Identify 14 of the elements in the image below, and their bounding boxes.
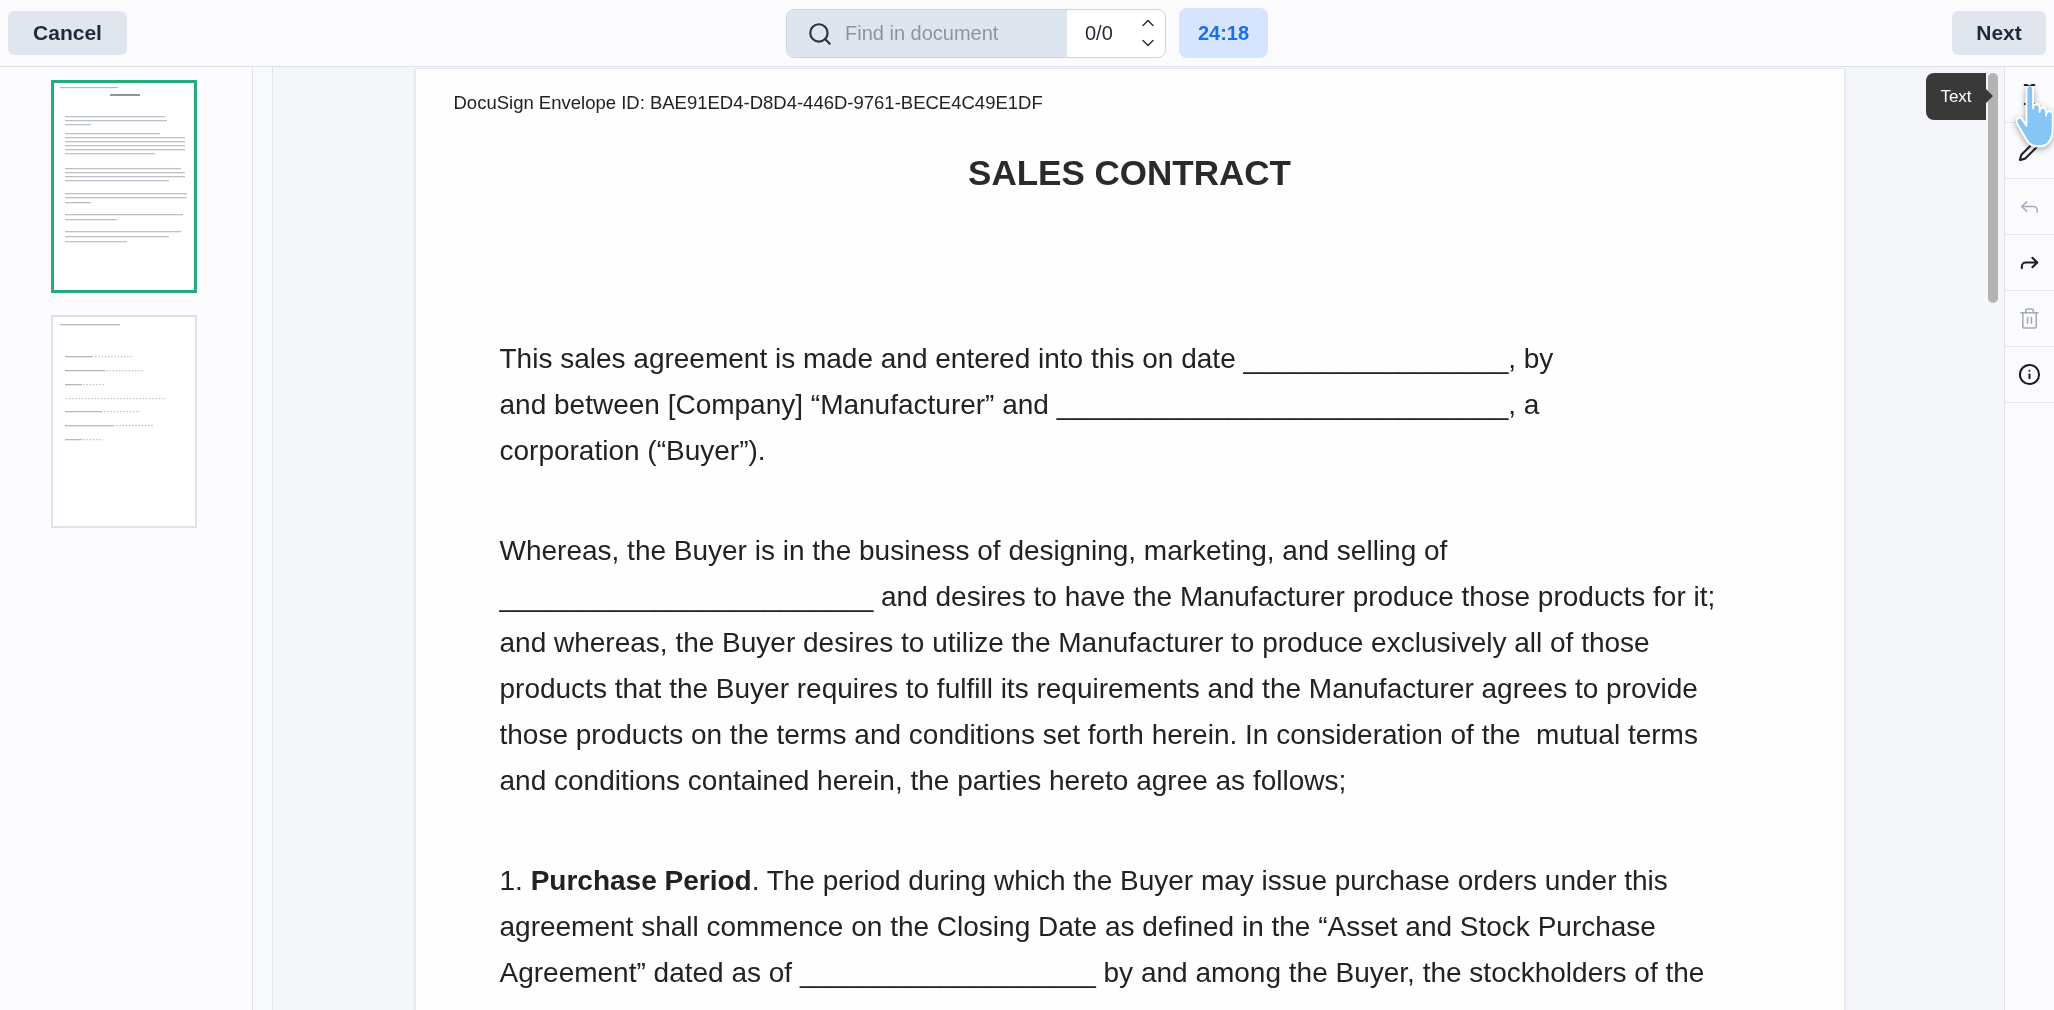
cancel-button[interactable]: Cancel xyxy=(8,11,127,55)
timer: 24:18 xyxy=(1179,8,1268,58)
scrollbar[interactable] xyxy=(1988,73,1998,303)
paragraph: Whereas, the Buyer is in the business of designing, marketing, and selling of ________________________ and desires to have the Manufacturer produce those products for it; and whereas, the Buyer desires to utilize the Manufacturer to produce exclusively all of those products that the Buyer requires to fulfill its requirements and the Manufacturer agrees to provide those products on the terms and conditions set forth herein. In consideration of the mutual terms and conditions contained herein, the parties hereto agree as follows; xyxy=(499,534,1716,798)
match-count: 0/0 xyxy=(1085,21,1113,46)
page-thumbnail[interactable] xyxy=(51,80,197,293)
search-icon xyxy=(807,20,833,47)
tooltip: Text xyxy=(1926,73,1993,120)
document-title: SALES CONTRACT xyxy=(968,152,1291,194)
envelope-id: DocuSign Envelope ID: BAE91ED4-D8D4-446D-9761-BECE4C49E1DF xyxy=(452,91,1043,115)
paragraph: 1. Purchase Period. The period during which the Buyer may issue purchase orders under this agreement shall commence on the Closing Date as defined in the “Asset and Stock Purchase Agreement” dated as of ___________________ by and among the Buyer, the stockholders of the xyxy=(499,864,1705,990)
search-field[interactable]: Find in document xyxy=(787,9,1067,57)
next-button[interactable]: Next xyxy=(1952,11,2046,55)
paragraph: This sales agreement is made and entered into this on date _________________, by and between [Company] “Manufacturer” and _____________________________, a corporation (“Buyer”). xyxy=(499,342,1554,468)
